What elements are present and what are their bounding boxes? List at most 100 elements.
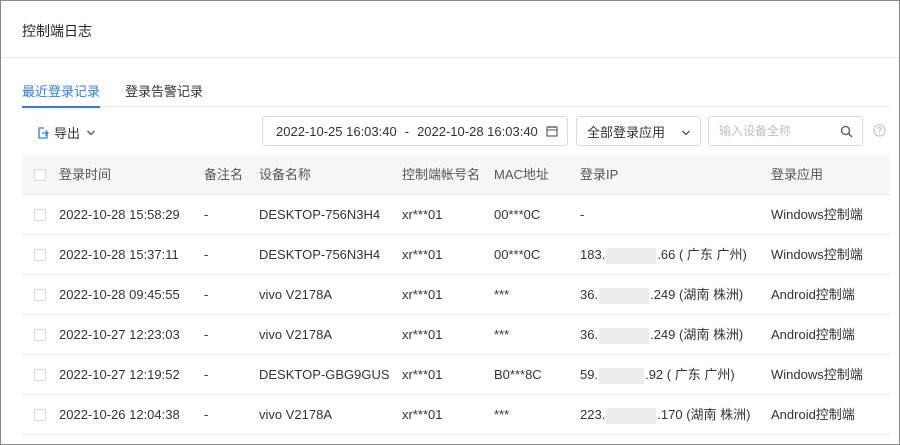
cell-device-name: DESKTOP-756N3H4 [259, 247, 381, 262]
cell-login-time: 2022-10-28 15:58:29 [59, 207, 180, 222]
column-header-login-app: 登录应用 [771, 167, 824, 182]
select-all-checkbox[interactable] [34, 169, 46, 181]
cell-login-ip: 36. .249 (湖南 株洲) [580, 275, 743, 315]
cell-login-time: 2022-10-28 09:45:55 [59, 287, 180, 302]
cell-mac: *** [494, 327, 510, 342]
cell-device-name: vivo V2178A [259, 327, 332, 342]
ip-redaction [599, 327, 650, 344]
cell-remark: - [204, 327, 209, 342]
cell-account: xr***01 [402, 327, 443, 342]
cell-remark: - [204, 207, 209, 222]
ip-prefix: 36. [580, 327, 599, 342]
cell-login-ip: 59. .92 ( 广东 广州) [580, 355, 735, 395]
table-row[interactable]: 2022-10-28 15:58:29 - DESKTOP-756N3H4 xr… [22, 195, 890, 235]
cell-mac: B0***8C [494, 367, 542, 382]
row-checkbox[interactable] [34, 369, 46, 381]
date-end: 2022-10-28 16:03:40 [417, 123, 538, 139]
cell-login-app: Windows控制端 [771, 207, 863, 222]
tab-login-alerts[interactable]: 登录告警记录 [125, 81, 203, 107]
export-icon [38, 126, 49, 139]
table-row[interactable]: 2022-10-27 12:23:03 - vivo V2178A xr***0… [22, 315, 890, 355]
ip-suffix: .170 (湖南 株洲) [657, 407, 751, 422]
device-search [708, 116, 863, 146]
column-header-device-name: 设备名称 [259, 167, 312, 182]
device-search-input[interactable] [709, 117, 829, 145]
ip-suffix: .66 ( 广东 广州) [657, 247, 747, 262]
column-header-mac: MAC地址 [494, 167, 549, 182]
cell-account: xr***01 [402, 407, 443, 422]
search-icon[interactable] [840, 125, 853, 138]
tab-bar: 最近登录记录 登录告警记录 [22, 81, 890, 108]
cell-device-name: vivo V2178A [259, 407, 332, 422]
tab-recent-logins[interactable]: 最近登录记录 [22, 81, 101, 108]
table-row[interactable]: 2022-10-28 09:45:55 - vivo V2178A xr***0… [22, 275, 890, 315]
ip-suffix: .249 (湖南 株洲) [650, 287, 744, 302]
ip-prefix: - [580, 207, 585, 222]
ip-suffix: .92 ( 广东 广州) [645, 367, 735, 382]
cell-login-time: 2022-10-27 12:23:03 [59, 327, 180, 342]
column-header-account: 控制端帐号名 [402, 167, 481, 182]
table-row[interactable]: 2022-10-28 15:37:11 - DESKTOP-756N3H4 xr… [22, 235, 890, 275]
cell-login-time: 2022-10-28 15:37:11 [59, 247, 179, 262]
row-checkbox[interactable] [34, 289, 46, 301]
cell-login-ip: 183. .66 ( 广东 广州) [580, 235, 747, 275]
cell-login-ip: - [580, 195, 584, 235]
cell-remark: - [204, 287, 209, 302]
cell-remark: - [204, 247, 209, 262]
row-checkbox[interactable] [34, 409, 46, 421]
login-app-select-value: 全部登录应用 [587, 124, 666, 140]
table-row[interactable]: 2022-10-26 12:04:38 - vivo V2178A xr***0… [22, 395, 890, 435]
cell-login-app: Windows控制端 [771, 247, 863, 262]
export-button[interactable]: 导出 [37, 123, 101, 142]
cell-mac: 00***0C [494, 207, 541, 222]
cell-device-name: DESKTOP-756N3H4 [259, 207, 381, 222]
table-row[interactable]: 2022-10-27 12:19:52 - DESKTOP-GBG9GUS xr… [22, 355, 890, 395]
column-header-login-ip: 登录IP [580, 167, 619, 182]
ip-redaction [599, 287, 650, 304]
ip-prefix: 183. [580, 247, 606, 262]
chevron-down-icon [682, 130, 690, 136]
cell-mac: 00***0C [494, 247, 541, 262]
row-checkbox[interactable] [34, 329, 46, 341]
ip-prefix: 36. [580, 287, 599, 302]
cell-login-app: Android控制端 [771, 407, 855, 422]
ip-redaction [599, 367, 645, 384]
cell-login-app: Android控制端 [771, 287, 855, 302]
cell-account: xr***01 [402, 207, 443, 222]
column-header-remark: 备注名 [204, 167, 244, 182]
app-window: 控制端日志 最近登录记录 登录告警记录 导出 2022-10-25 16:03:… [0, 0, 900, 445]
cell-login-app: Android控制端 [771, 327, 855, 342]
table-header: 登录时间 备注名 设备名称 控制端帐号名 MAC地址 登录IP 登录应用 [22, 155, 890, 195]
ip-redaction [606, 407, 657, 424]
date-separator: - [404, 123, 410, 139]
cell-login-ip: 223. .170 (湖南 株洲) [580, 395, 751, 435]
login-log-table: 登录时间 备注名 设备名称 控制端帐号名 MAC地址 登录IP 登录应用 202… [22, 155, 890, 435]
row-checkbox[interactable] [34, 209, 46, 221]
login-app-select[interactable]: 全部登录应用 [576, 116, 701, 146]
ip-suffix: .249 (湖南 株洲) [650, 327, 744, 342]
date-start: 2022-10-25 16:03:40 [276, 123, 397, 139]
ip-prefix: 223. [580, 407, 606, 422]
title-bar: 控制端日志 [1, 1, 899, 58]
cell-device-name: DESKTOP-GBG9GUS [259, 367, 390, 382]
cell-login-time: 2022-10-27 12:19:52 [59, 367, 180, 382]
toolbar: 导出 2022-10-25 16:03:40 - 2022-10-28 16:0… [1, 116, 899, 146]
cell-mac: *** [494, 287, 510, 302]
page-title: 控制端日志 [22, 23, 92, 39]
ip-redaction [606, 247, 657, 264]
cell-device-name: vivo V2178A [259, 287, 332, 302]
cell-account: xr***01 [402, 287, 443, 302]
help-icon[interactable] [873, 124, 886, 137]
cell-account: xr***01 [402, 247, 443, 262]
cell-account: xr***01 [402, 367, 443, 382]
cell-login-ip: 36. .249 (湖南 株洲) [580, 315, 743, 355]
cell-mac: *** [494, 407, 510, 422]
date-range-picker[interactable]: 2022-10-25 16:03:40 - 2022-10-28 16:03:4… [262, 116, 568, 146]
row-checkbox[interactable] [34, 249, 46, 261]
column-header-login-time[interactable]: 登录时间 [59, 155, 111, 195]
export-label: 导出 [54, 126, 81, 141]
chevron-down-icon [87, 130, 95, 135]
cell-remark: - [204, 367, 209, 382]
cell-login-app: Windows控制端 [771, 367, 863, 382]
cell-login-time: 2022-10-26 12:04:38 [59, 407, 180, 422]
